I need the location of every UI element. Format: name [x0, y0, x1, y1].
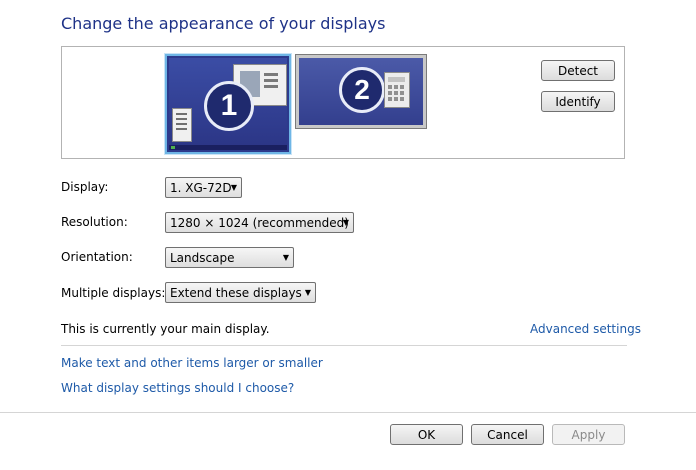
chevron-down-icon: ▼ — [342, 218, 349, 227]
page-title: Change the appearance of your displays — [61, 14, 386, 33]
advanced-settings-link[interactable]: Advanced settings — [530, 322, 641, 336]
orientation-select-value: Landscape — [170, 250, 235, 265]
section-divider — [61, 345, 627, 346]
orientation-select[interactable]: Landscape ▼ — [165, 247, 294, 268]
chevron-down-icon: ▼ — [230, 183, 237, 192]
detect-button[interactable]: Detect — [541, 60, 615, 81]
window-thumbnail-small — [172, 108, 192, 142]
chevron-down-icon: ▼ — [304, 288, 311, 297]
main-display-status: This is currently your main display. — [61, 322, 270, 336]
monitor-2-number-badge: 2 — [339, 67, 385, 113]
identify-button[interactable]: Identify — [541, 91, 615, 112]
resolution-select-value: 1280 × 1024 (recommended) — [170, 215, 349, 230]
monitor-1-number-badge: 1 — [204, 81, 254, 131]
text-size-link[interactable]: Make text and other items larger or smal… — [61, 356, 323, 370]
display-select[interactable]: 1. XG-72D ▼ — [165, 177, 242, 198]
monitor-1-thumbnail[interactable]: 1 — [165, 54, 291, 154]
display-select-value: 1. XG-72D — [170, 180, 232, 195]
multiple-displays-select[interactable]: Extend these displays ▼ — [165, 282, 316, 303]
multiple-displays-select-value: Extend these displays — [170, 285, 302, 300]
resolution-select[interactable]: 1280 × 1024 (recommended) ▼ — [165, 212, 354, 233]
monitor-2-thumbnail[interactable]: 2 — [295, 54, 427, 129]
display-arrangement-preview: 1 2 Detect Identify — [61, 46, 625, 159]
multiple-displays-label: Multiple displays: — [61, 286, 166, 300]
apply-button[interactable]: Apply — [552, 424, 625, 445]
display-settings-help-link[interactable]: What display settings should I choose? — [61, 381, 294, 395]
orientation-label: Orientation: — [61, 250, 133, 264]
display-label: Display: — [61, 180, 109, 194]
calculator-window-icon — [384, 72, 410, 108]
ok-button[interactable]: OK — [390, 424, 463, 445]
taskbar-thumbnail — [169, 145, 287, 150]
start-orb-icon — [171, 146, 175, 149]
cancel-button[interactable]: Cancel — [471, 424, 544, 445]
chevron-down-icon: ▼ — [282, 253, 289, 262]
resolution-label: Resolution: — [61, 215, 128, 229]
footer-divider — [0, 412, 696, 413]
